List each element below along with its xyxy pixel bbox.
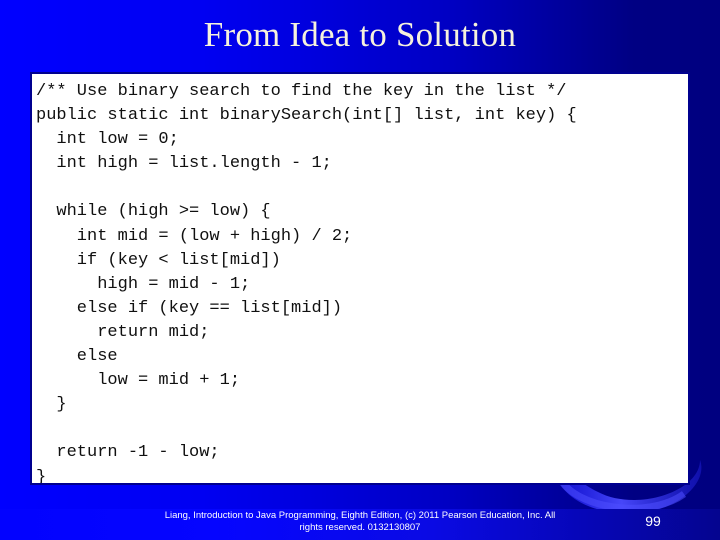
code-line: return -1 - low;: [36, 443, 220, 463]
code-line: return mid;: [36, 322, 210, 342]
code-line: /** Use binary search to find the key in…: [36, 82, 567, 101]
code-line: if (key < list[mid]): [36, 250, 281, 270]
code-line: public static int binarySearch(int[] lis…: [36, 106, 577, 126]
slide-title: From Idea to Solution: [203, 15, 517, 54]
code-block-lines: /** Use binary search to find the key in…: [32, 74, 688, 485]
code-line: else: [36, 347, 118, 367]
code-line: high = mid - 1;: [36, 274, 251, 294]
code-line: int high = list.length - 1;: [36, 154, 332, 174]
slide-canvas: From Idea to Solution /** Use binary sea…: [0, 0, 720, 540]
code-line: int mid = (low + high) / 2;: [36, 226, 353, 246]
code-line: int low = 0;: [36, 130, 179, 150]
code-block: /** Use binary search to find the key in…: [30, 72, 690, 485]
code-line: }: [36, 395, 67, 415]
code-line: else if (key == list[mid]): [36, 298, 343, 318]
footer-copyright-line2: rights reserved. 0132130807: [299, 522, 421, 533]
code-line: }: [36, 467, 47, 485]
footer-copyright-line1: Liang, Introduction to Java Programming,…: [164, 510, 556, 521]
code-line: low = mid + 1;: [36, 371, 241, 391]
code-line: while (high >= low) {: [36, 202, 271, 222]
footer-copyright: Liang, Introduction to Java Programming,…: [108, 510, 612, 534]
page-number: 99: [645, 513, 661, 529]
